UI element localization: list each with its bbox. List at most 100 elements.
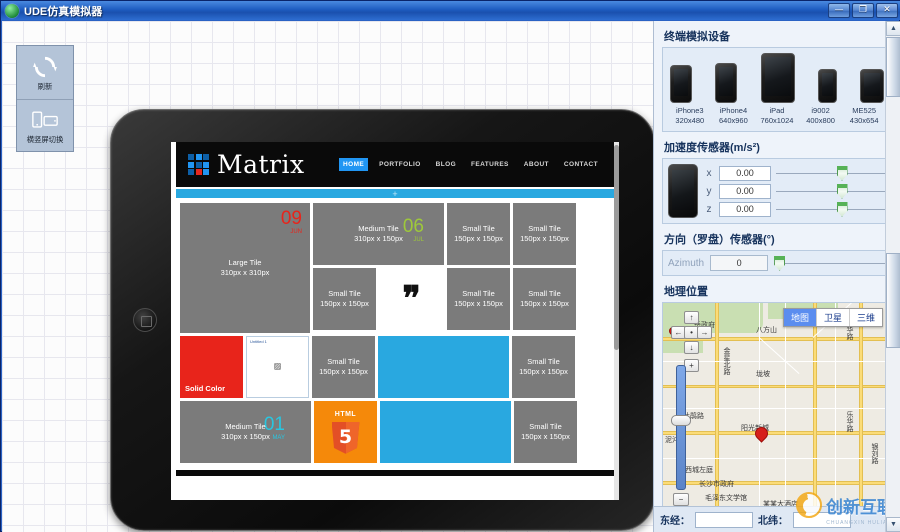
- tile-small[interactable]: Small Tile 150px x 150px: [512, 336, 575, 398]
- device-name: iPhone4: [719, 106, 748, 115]
- tile-size: 310px x 310px: [220, 268, 270, 277]
- tile-row: Solid Color Untitled 1 ▨ Small Tile 150p…: [180, 336, 610, 398]
- tile-medium-bottom[interactable]: 01 MAY Medium Tile 310px x 150px: [180, 401, 311, 463]
- map-zoom-slider[interactable]: [676, 365, 686, 491]
- map-label: 银刘路: [871, 443, 878, 465]
- tile-small[interactable]: Small Tile 150px x 150px: [447, 203, 510, 265]
- scroll-down-arrow-icon[interactable]: ▼: [886, 517, 900, 532]
- site-nav: HOME PORTFOLIO BLOG FEATURES ABOUT CONTA…: [339, 158, 602, 171]
- map-zoom-in-button[interactable]: +: [684, 359, 699, 373]
- tablet-screen[interactable]: Matrix HOME PORTFOLIO BLOG FEATURES ABOU…: [171, 142, 619, 500]
- device-iphone4[interactable]: [715, 63, 738, 103]
- tile-small[interactable]: Small Tile 150px x 150px: [312, 336, 375, 398]
- nav-item-contact[interactable]: CONTACT: [560, 158, 602, 171]
- orientation-toggle-button[interactable]: 横竖屏切换: [17, 99, 73, 152]
- slider-track: [776, 208, 886, 210]
- azimuth-input[interactable]: 0: [710, 255, 769, 272]
- refresh-label: 刷新: [37, 81, 53, 91]
- tablet-device: Matrix HOME PORTFOLIO BLOG FEATURES ABOU…: [110, 109, 653, 531]
- nav-item-blog[interactable]: BLOG: [432, 158, 460, 171]
- scroll-up-arrow-icon[interactable]: ▲: [886, 21, 900, 36]
- azimuth-slider[interactable]: [774, 255, 886, 271]
- tile-size: 150px x 150px: [454, 299, 503, 308]
- html5-wordmark: HTML: [334, 411, 357, 419]
- nav-item-about[interactable]: ABOUT: [520, 158, 553, 171]
- device-resolution: 320x480: [675, 116, 705, 126]
- refresh-button[interactable]: 刷新: [17, 46, 73, 99]
- device-me525[interactable]: [860, 69, 884, 103]
- close-button[interactable]: ✕: [876, 3, 898, 18]
- axis-rows: x 0.00 y 0.00 z 0.00: [704, 165, 886, 217]
- map-label: 八方山: [756, 327, 777, 335]
- tile-solid-color[interactable]: Solid Color: [180, 336, 243, 398]
- map-zoom-out-button[interactable]: −: [673, 493, 689, 507]
- device-ipad[interactable]: [760, 53, 795, 103]
- panel-scrollbar-thumb-lower[interactable]: [886, 253, 900, 348]
- axis-slider-x[interactable]: [776, 165, 886, 181]
- tile-title: Small Tile: [462, 288, 495, 298]
- map-zoom-slider-thumb[interactable]: [671, 415, 691, 427]
- map-tab-satellite[interactable]: 卫星: [817, 309, 850, 327]
- accelerometer-group: 加速度传感器(m/s²) x 0.00 y 0.00 z 0.00: [662, 137, 892, 225]
- accelerometer-body: x 0.00 y 0.00 z 0.00: [662, 158, 892, 225]
- minimize-button[interactable]: —: [828, 3, 850, 18]
- tile-quote[interactable]: ❞: [379, 268, 442, 330]
- device-i9002[interactable]: [817, 69, 837, 103]
- axis-input-z[interactable]: 0.00: [719, 201, 771, 217]
- device-iphone3[interactable]: [670, 65, 692, 103]
- maximize-button[interactable]: ❐: [852, 3, 874, 18]
- page-scrollbar-thumb[interactable]: [614, 145, 619, 350]
- tile-medium-top[interactable]: 06 JUL Medium Tile 310px x 150px: [313, 203, 444, 265]
- slider-thumb[interactable]: [836, 183, 848, 199]
- tile-date-number: 06: [402, 216, 424, 237]
- tile-title: Small Tile: [528, 223, 561, 233]
- slider-track: [774, 262, 886, 264]
- tile-title: Small Tile: [328, 288, 361, 298]
- tile-small[interactable]: Small Tile 150px x 150px: [514, 401, 577, 463]
- tile-document[interactable]: Untitled 1 ▨: [246, 336, 309, 398]
- longitude-input[interactable]: [695, 511, 753, 528]
- map-pan-up-button[interactable]: ↑: [684, 311, 699, 325]
- slider-thumb[interactable]: [836, 165, 848, 181]
- tile-grid: 09 JUN Large Tile 310px x 310px 06 JUL M…: [176, 200, 614, 467]
- tile-small[interactable]: Small Tile 150px x 150px: [313, 268, 376, 330]
- accelerometer-wrap: x 0.00 y 0.00 z 0.00: [668, 164, 886, 219]
- page-accent-bar[interactable]: [176, 187, 614, 200]
- slider-thumb[interactable]: [774, 255, 786, 271]
- panel-scrollbar-thumb[interactable]: [886, 37, 900, 97]
- slider-thumb[interactable]: [836, 201, 848, 217]
- map-label: 毛泽东文学馆: [705, 495, 747, 503]
- nav-item-home[interactable]: HOME: [339, 158, 369, 171]
- tile-small[interactable]: Small Tile 150px x 150px: [447, 268, 510, 330]
- nav-item-portfolio[interactable]: PORTFOLIO: [375, 158, 425, 171]
- map-view[interactable]: 岳政府 八方山 垅坡 杜鹃路 阳光新城 金星北路 东华路 乐华路 泥沖 西城左庭…: [662, 302, 892, 512]
- axis-slider-z[interactable]: [776, 201, 886, 217]
- tile-small[interactable]: Small Tile 150px x 150px: [513, 203, 576, 265]
- tile-title: Medium Tile: [225, 421, 266, 431]
- tile-large[interactable]: 09 JUN Large Tile 310px x 310px: [180, 203, 310, 333]
- page-scrollbar[interactable]: [614, 142, 619, 500]
- map-tab-map[interactable]: 地图: [783, 309, 817, 327]
- device-label-ipad: iPad 760x1024: [755, 106, 799, 126]
- client-area: 刷新 横竖屏切换 Matrix HOME PORTFOLIO BLOG FEAT…: [2, 21, 900, 532]
- tile-date-badge: 09 JUN: [281, 209, 302, 235]
- site-brand: Matrix: [217, 150, 305, 179]
- map-pan-right-button[interactable]: →: [697, 326, 712, 340]
- axis-input-y[interactable]: 0.00: [719, 183, 771, 199]
- tile-html5[interactable]: HTML 5: [314, 401, 377, 463]
- axis-row-y: y 0.00: [704, 183, 886, 199]
- map-tab-3d[interactable]: 三维: [850, 309, 882, 326]
- home-button[interactable]: [133, 308, 157, 332]
- axis-input-x[interactable]: 0.00: [719, 165, 771, 181]
- tile-blue[interactable]: [378, 336, 509, 398]
- watermark-subtext: CHUANGXIN HULIAN: [826, 520, 892, 526]
- nav-item-features[interactable]: FEATURES: [467, 158, 513, 171]
- tile-size: 150px x 150px: [519, 367, 568, 376]
- canvas-area: 刷新 横竖屏切换 Matrix HOME PORTFOLIO BLOG FEAT…: [2, 21, 653, 532]
- tile-small[interactable]: Small Tile 150px x 150px: [513, 268, 576, 330]
- axis-slider-y[interactable]: [776, 183, 886, 199]
- panel-scrollbar[interactable]: ▲ ▼: [885, 21, 900, 532]
- map-pan-down-button[interactable]: ↓: [684, 341, 699, 355]
- tile-blue[interactable]: [380, 401, 511, 463]
- map-label: 西城左庭: [685, 467, 713, 475]
